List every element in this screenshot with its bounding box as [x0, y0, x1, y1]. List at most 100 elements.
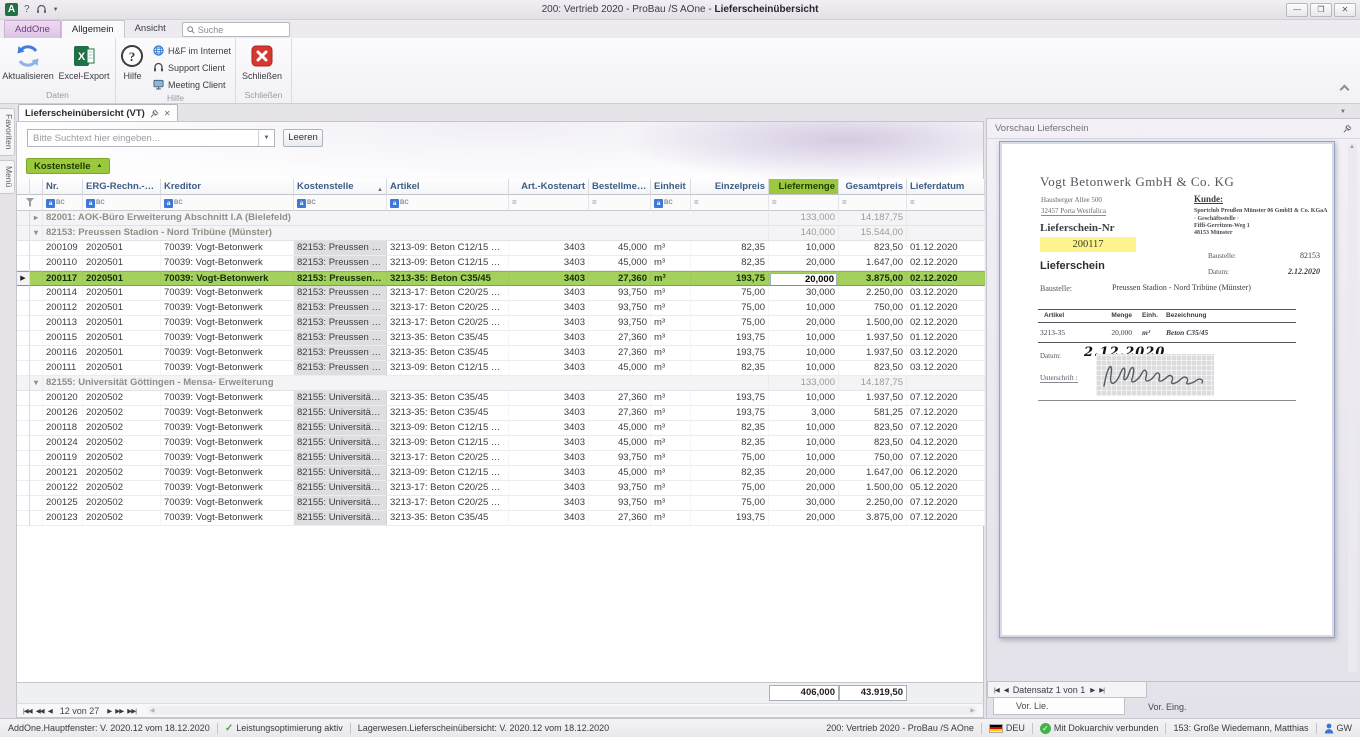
- cell[interactable]: 1.647,00: [839, 466, 907, 481]
- cell[interactable]: 82155: Universität Göttingen - Mensa- Er…: [294, 511, 387, 526]
- help-icon[interactable]: ?: [24, 4, 30, 16]
- pager-prev-page-icon[interactable]: ◀◀: [36, 707, 44, 715]
- filter-contains-icon[interactable]: aBC: [654, 196, 673, 211]
- cell[interactable]: 93,750: [589, 301, 651, 316]
- filter-cell-0[interactable]: aBC: [43, 195, 83, 211]
- cell[interactable]: 03.12.2020: [907, 346, 985, 361]
- column-header-art-kostenart[interactable]: Art.-Kostenart: [509, 179, 589, 195]
- cell[interactable]: 2020502: [83, 451, 161, 466]
- hf-internet-button[interactable]: H&F im Internet: [149, 43, 235, 58]
- cell[interactable]: 3213-17: Beton C20/25 KR WU 0/32: [387, 481, 509, 496]
- cell[interactable]: 200122: [43, 481, 83, 496]
- cell[interactable]: 70039: Vogt-Betonwerk: [161, 256, 294, 271]
- cell[interactable]: 07.12.2020: [907, 421, 985, 436]
- cell[interactable]: 3403: [509, 391, 589, 406]
- status-language[interactable]: DEU: [1006, 723, 1025, 733]
- cell[interactable]: 10,000: [769, 421, 839, 436]
- excel-export-button[interactable]: X Excel-Export: [56, 41, 112, 81]
- cell[interactable]: 07.12.2020: [907, 391, 985, 406]
- cell[interactable]: 3213-09: Beton C12/15 KR 0/32: [387, 421, 509, 436]
- cell[interactable]: 3403: [509, 361, 589, 376]
- cell[interactable]: 30,000: [769, 286, 839, 301]
- cell[interactable]: 200123: [43, 511, 83, 526]
- group-collapse-icon[interactable]: ▾: [30, 226, 43, 241]
- cell[interactable]: 200114: [43, 286, 83, 301]
- cell[interactable]: 823,50: [839, 421, 907, 436]
- cell[interactable]: 70039: Vogt-Betonwerk: [161, 451, 294, 466]
- panel-pin-icon[interactable]: [1343, 124, 1352, 133]
- clear-filter-button[interactable]: Leeren: [283, 129, 323, 147]
- filter-contains-icon[interactable]: aBC: [390, 196, 409, 211]
- cell[interactable]: 1.500,00: [839, 481, 907, 496]
- cell[interactable]: 823,50: [839, 241, 907, 256]
- cell[interactable]: 200119: [43, 451, 83, 466]
- ribbon-tab-allgemein[interactable]: Allgemein: [61, 20, 125, 38]
- cell[interactable]: m³: [651, 466, 691, 481]
- cell[interactable]: 3213-35: Beton C35/45: [387, 391, 509, 406]
- cell[interactable]: m³: [651, 451, 691, 466]
- cell[interactable]: 2020502: [83, 436, 161, 451]
- cell[interactable]: 3403: [509, 331, 589, 346]
- cell[interactable]: 82153: Preussen Stadion - Nord Tribüne (…: [294, 286, 387, 301]
- filter-cell-11[interactable]: =: [907, 195, 985, 211]
- column-header-erg-rechn-nr-[interactable]: ERG-Rechn.-Nr.: [83, 179, 161, 195]
- cell[interactable]: 20,000: [769, 271, 839, 286]
- cell[interactable]: 82155: Universität Göttingen - Mensa- Er…: [294, 391, 387, 406]
- cell[interactable]: 3403: [509, 301, 589, 316]
- cell[interactable]: 2020501: [83, 241, 161, 256]
- cell[interactable]: 3403: [509, 436, 589, 451]
- cell[interactable]: 30,000: [769, 496, 839, 511]
- cell[interactable]: 82,35: [691, 361, 769, 376]
- filter-cell-2[interactable]: aBC: [161, 195, 294, 211]
- table-row[interactable]: 200123202050270039: Vogt-Betonwerk82155:…: [17, 511, 985, 526]
- cell[interactable]: 82155: Universität Göttingen - Mensa- Er…: [294, 466, 387, 481]
- cell[interactable]: 70039: Vogt-Betonwerk: [161, 406, 294, 421]
- tab-list-dropdown-icon[interactable]: ▼: [1340, 109, 1346, 115]
- cell[interactable]: 70039: Vogt-Betonwerk: [161, 241, 294, 256]
- tab-lieferscheinuebersicht[interactable]: Lieferscheinübersicht (VT) ✕: [18, 104, 178, 121]
- cell[interactable]: 70039: Vogt-Betonwerk: [161, 316, 294, 331]
- column-header-kostenstelle[interactable]: Kostenstelle▲: [294, 179, 387, 195]
- cell[interactable]: 1.937,50: [839, 346, 907, 361]
- filter-cell-1[interactable]: aBC: [83, 195, 161, 211]
- pager-next-page-icon[interactable]: ▶▶: [115, 707, 123, 715]
- cell[interactable]: 70039: Vogt-Betonwerk: [161, 391, 294, 406]
- cell[interactable]: 82153: Preussen Stadion - Nord Tribüne (…: [294, 301, 387, 316]
- cell[interactable]: 82153: Preussen Stadion - Nord Tribüne (…: [294, 256, 387, 271]
- cell[interactable]: 2020502: [83, 466, 161, 481]
- table-row[interactable]: 200113202050170039: Vogt-Betonwerk82153:…: [17, 316, 985, 331]
- cell[interactable]: 70039: Vogt-Betonwerk: [161, 481, 294, 496]
- cell[interactable]: 1.937,50: [839, 331, 907, 346]
- cell[interactable]: 10,000: [769, 391, 839, 406]
- cell[interactable]: 70039: Vogt-Betonwerk: [161, 331, 294, 346]
- cell[interactable]: m³: [651, 271, 691, 286]
- cell[interactable]: m³: [651, 256, 691, 271]
- cell[interactable]: 01.12.2020: [907, 241, 985, 256]
- cell[interactable]: 82,35: [691, 466, 769, 481]
- table-row[interactable]: 200110202050170039: Vogt-Betonwerk82153:…: [17, 256, 985, 271]
- group-row[interactable]: ▸82001: AOK-Büro Erweiterung Abschnitt I…: [17, 211, 985, 226]
- cell[interactable]: 70039: Vogt-Betonwerk: [161, 466, 294, 481]
- filter-equals-icon[interactable]: =: [772, 198, 777, 207]
- cell[interactable]: 3403: [509, 316, 589, 331]
- cell[interactable]: 06.12.2020: [907, 466, 985, 481]
- cell[interactable]: 75,00: [691, 316, 769, 331]
- cell[interactable]: 200124: [43, 436, 83, 451]
- cell[interactable]: 200109: [43, 241, 83, 256]
- ribbon-search-input[interactable]: Suche: [182, 22, 290, 37]
- cell[interactable]: m³: [651, 346, 691, 361]
- cell[interactable]: 27,360: [589, 391, 651, 406]
- cell[interactable]: m³: [651, 436, 691, 451]
- cell[interactable]: 93,750: [589, 316, 651, 331]
- table-row[interactable]: 200126202050270039: Vogt-Betonwerk82155:…: [17, 406, 985, 421]
- cell[interactable]: 1.937,50: [839, 391, 907, 406]
- filter-contains-icon[interactable]: aBC: [46, 196, 65, 211]
- cell[interactable]: 3213-17: Beton C20/25 KR WU 0/32: [387, 286, 509, 301]
- filter-cell-4[interactable]: aBC: [387, 195, 509, 211]
- cell[interactable]: 93,750: [589, 286, 651, 301]
- groupby-chip-kostenstelle[interactable]: Kostenstelle▲: [26, 158, 110, 174]
- group-row[interactable]: ▾82153: Preussen Stadion - Nord Tribüne …: [17, 226, 985, 241]
- support-client-button[interactable]: Support Client: [149, 60, 235, 75]
- record-last-icon[interactable]: ▶|: [1099, 686, 1104, 694]
- cell[interactable]: 1.647,00: [839, 256, 907, 271]
